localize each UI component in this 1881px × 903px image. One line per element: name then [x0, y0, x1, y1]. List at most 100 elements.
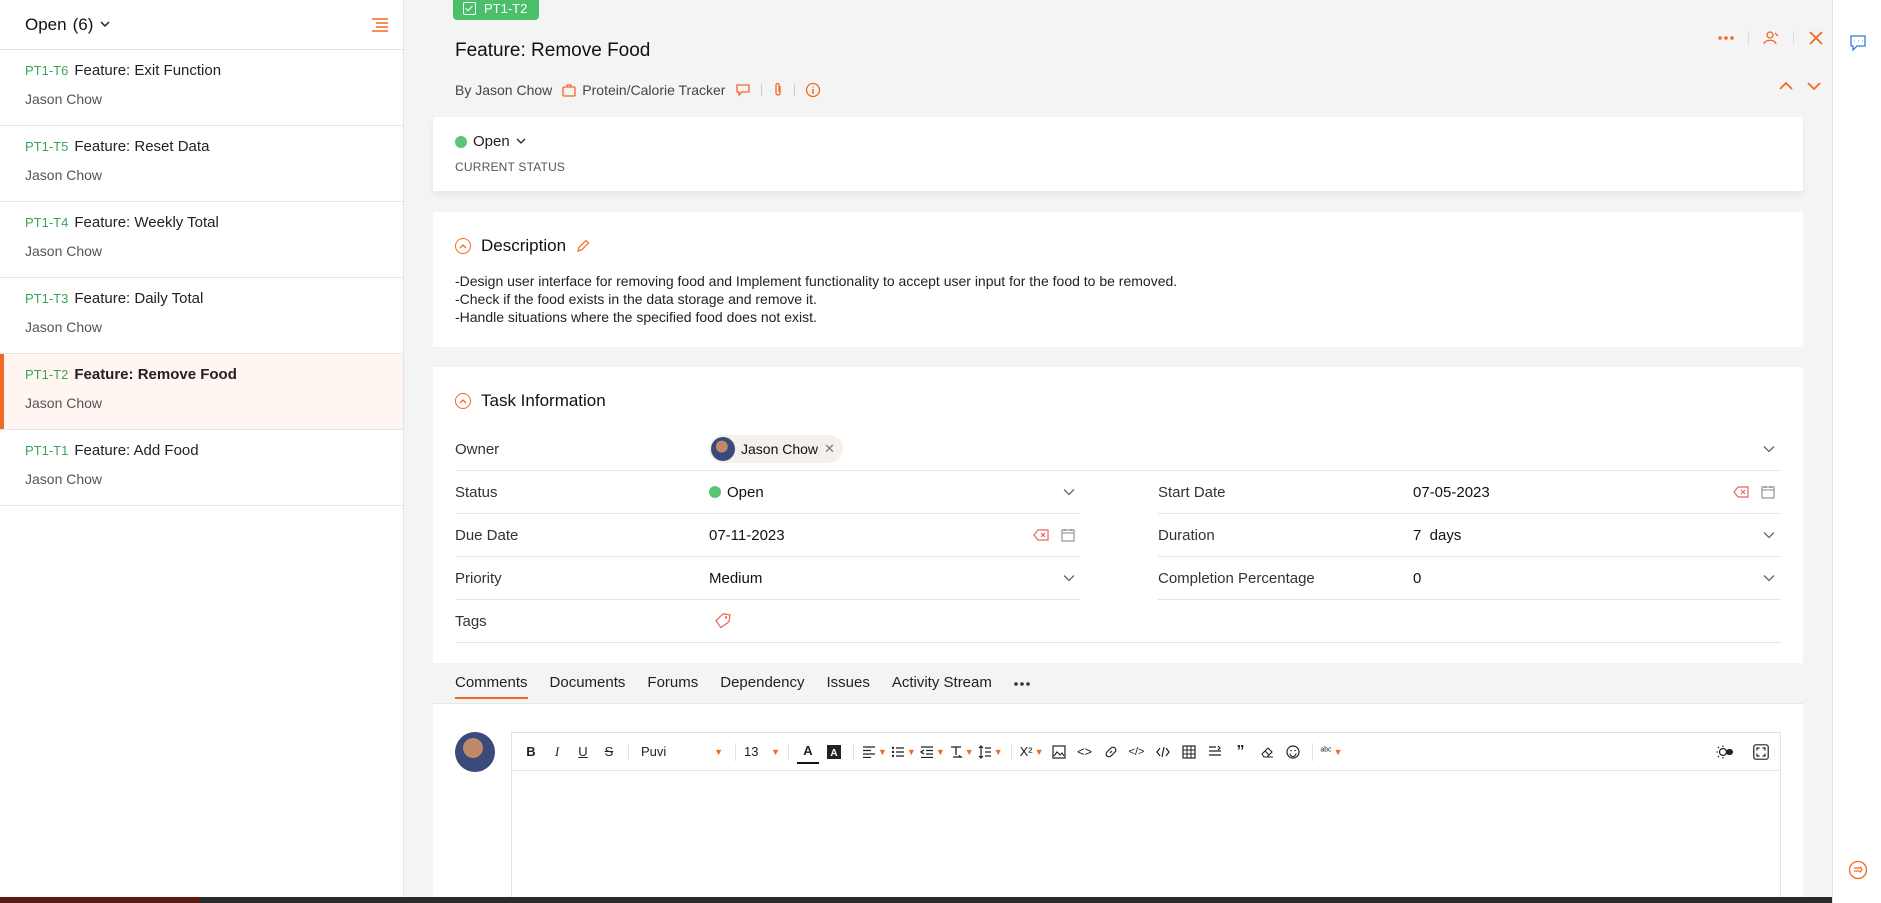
tab-issues[interactable]: Issues: [826, 674, 869, 699]
completion-dropdown[interactable]: [1763, 574, 1775, 582]
priority-dropdown[interactable]: [1063, 574, 1075, 582]
link-icon[interactable]: [1100, 740, 1122, 764]
chevron-down-icon: ▼: [935, 746, 945, 757]
chevron-down-icon: [516, 133, 526, 150]
task-list-item[interactable]: PT1-T4 Feature: Weekly Total Jason Chow: [0, 202, 403, 278]
task-list-item-owner: Jason Chow: [25, 319, 103, 335]
feedback-chat-icon[interactable]: [1849, 34, 1867, 52]
owner-field[interactable]: Jason Chow ✕: [709, 435, 843, 463]
html-icon[interactable]: </>: [1126, 740, 1148, 764]
project-link[interactable]: Protein/Calorie Tracker: [562, 82, 725, 98]
svg-text:A: A: [830, 748, 837, 759]
line-height-icon[interactable]: ▼: [978, 740, 1003, 764]
highlight-color-icon[interactable]: A: [823, 740, 845, 764]
text-color-icon[interactable]: A: [797, 740, 819, 764]
duration-field[interactable]: 7 days: [1413, 527, 1461, 544]
remove-owner-icon[interactable]: ✕: [824, 441, 835, 457]
tab-activity-stream[interactable]: Activity Stream: [892, 674, 992, 699]
collapse-icon[interactable]: [455, 238, 471, 254]
clear-date-icon[interactable]: [1033, 529, 1049, 541]
attachment-icon[interactable]: [772, 82, 784, 98]
task-list-item[interactable]: PT1-T1 Feature: Add Food Jason Chow: [0, 430, 403, 506]
calendar-icon[interactable]: [1761, 485, 1775, 499]
status-field-dropdown[interactable]: [1063, 488, 1075, 496]
task-list-item-id: PT1-T3: [25, 291, 69, 306]
theme-toggle-icon[interactable]: [1714, 740, 1736, 764]
tab-comments[interactable]: Comments: [455, 674, 528, 699]
next-task-icon[interactable]: [1806, 80, 1822, 92]
task-list-item[interactable]: PT1-T3 Feature: Daily Total Jason Chow: [0, 278, 403, 354]
task-list-item[interactable]: PT1-T6 Feature: Exit Function Jason Chow: [0, 50, 403, 126]
completion-field[interactable]: 0: [1413, 570, 1421, 587]
owner-dropdown[interactable]: [1763, 445, 1775, 453]
tab-forums[interactable]: Forums: [647, 674, 698, 699]
script-icon[interactable]: [1152, 740, 1174, 764]
edit-pencil-icon[interactable]: [576, 239, 590, 253]
table-icon[interactable]: [1178, 740, 1200, 764]
info-icon[interactable]: [805, 82, 821, 98]
code-icon[interactable]: <>: [1074, 740, 1096, 764]
task-information-heading: Task Information: [481, 391, 606, 410]
tab-dependency[interactable]: Dependency: [720, 674, 804, 699]
font-size-dropdown[interactable]: 13 ▼: [744, 740, 780, 764]
assign-user-icon[interactable]: [1763, 30, 1779, 46]
bold-icon[interactable]: B: [520, 740, 542, 764]
comment-icon[interactable]: [735, 83, 751, 97]
strikethrough-icon[interactable]: S: [598, 740, 620, 764]
status-field[interactable]: Open: [709, 484, 764, 501]
close-icon[interactable]: [1808, 30, 1824, 46]
underline-icon[interactable]: U: [572, 740, 594, 764]
task-title[interactable]: Feature: Remove Food: [455, 40, 650, 62]
comment-section: B I U S Puvi ▼ 13 ▼ A A ▼ ▼ ▼ ▼ ▼ X² ▼ <…: [433, 704, 1803, 903]
owner-chip[interactable]: Jason Chow ✕: [709, 435, 843, 463]
comment-editor[interactable]: B I U S Puvi ▼ 13 ▼ A A ▼ ▼ ▼ ▼ ▼ X² ▼ <…: [511, 732, 1781, 903]
clear-date-icon[interactable]: [1733, 486, 1749, 498]
start-date-label: Start Date: [1158, 483, 1226, 501]
status-dropdown[interactable]: Open: [455, 133, 1803, 150]
fullscreen-icon[interactable]: [1750, 740, 1772, 764]
due-date-label: Due Date: [455, 526, 519, 544]
more-options-icon[interactable]: [1718, 35, 1734, 41]
eraser-icon[interactable]: [1256, 740, 1278, 764]
divider: [794, 84, 796, 96]
toolbar-right: [1714, 740, 1772, 764]
tab-documents[interactable]: Documents: [550, 674, 626, 699]
tags-label: Tags: [455, 612, 487, 630]
indent-icon[interactable]: ▼: [919, 740, 945, 764]
due-date-field[interactable]: 07-11-2023: [709, 527, 785, 544]
collapse-icon[interactable]: [455, 393, 471, 409]
spellcheck-icon[interactable]: ᵃᵇᶜ ▼: [1321, 740, 1343, 764]
quick-action-icon[interactable]: [1848, 860, 1868, 880]
list-view-icon[interactable]: [371, 17, 389, 33]
text-direction-icon[interactable]: ▼: [949, 740, 974, 764]
bullet-list-icon[interactable]: ▼: [891, 740, 916, 764]
task-list-item-owner: Jason Chow: [25, 243, 103, 259]
superscript-icon[interactable]: X² ▼: [1020, 740, 1044, 764]
task-list-item-name: Feature: Remove Food: [74, 366, 237, 383]
italic-icon[interactable]: I: [546, 740, 568, 764]
description-header[interactable]: Description: [455, 236, 1803, 256]
format-icon[interactable]: [1204, 740, 1226, 764]
add-tag-icon[interactable]: [715, 613, 733, 629]
previous-task-icon[interactable]: [1778, 80, 1794, 92]
status-filter-dropdown[interactable]: Open (6): [25, 15, 111, 35]
owner-name: Jason Chow: [741, 441, 819, 457]
align-icon[interactable]: ▼: [862, 740, 887, 764]
priority-field[interactable]: Medium: [709, 570, 762, 587]
duration-dropdown[interactable]: [1763, 531, 1775, 539]
task-information-header[interactable]: Task Information: [455, 391, 1803, 411]
task-list-item[interactable]: PT1-T2 Feature: Remove Food Jason Chow: [0, 354, 403, 430]
divider: [735, 742, 736, 761]
emoji-icon[interactable]: [1282, 740, 1304, 764]
more-tabs-icon[interactable]: [1014, 674, 1030, 699]
task-list-item-owner: Jason Chow: [25, 471, 103, 487]
insert-image-icon[interactable]: [1048, 740, 1070, 764]
task-list-item-id: PT1-T5: [25, 139, 69, 154]
task-list-item-title: PT1-T6 Feature: Exit Function: [25, 62, 403, 79]
start-date-field[interactable]: 07-05-2023: [1413, 484, 1490, 501]
quote-icon[interactable]: ”: [1230, 740, 1252, 764]
chevron-down-icon: ▼: [1333, 746, 1343, 757]
font-family-dropdown[interactable]: Puvi ▼: [637, 740, 727, 764]
task-list-item[interactable]: PT1-T5 Feature: Reset Data Jason Chow: [0, 126, 403, 202]
calendar-icon[interactable]: [1061, 528, 1075, 542]
